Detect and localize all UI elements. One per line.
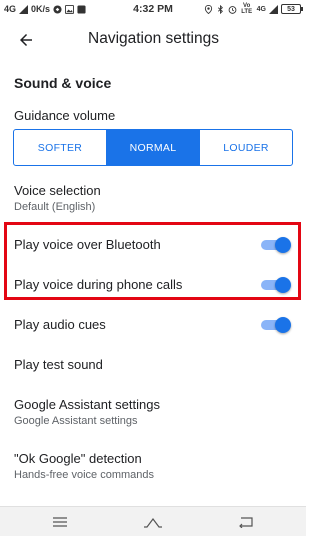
signal-strength-icon	[269, 4, 278, 14]
test-sound-title: Play test sound	[14, 357, 103, 372]
test-sound-row[interactable]: Play test sound	[14, 357, 294, 372]
assistant-settings-title: Google Assistant settings	[14, 397, 160, 412]
toggle-knob	[275, 237, 291, 253]
app-bar: Navigation settings	[0, 18, 306, 62]
ok-google-title: "Ok Google" detection	[14, 451, 142, 466]
status-bar: 4G 0K/s 4:32 PM Vo LTE 4G 53	[0, 0, 306, 18]
volume-softer-button[interactable]: SOFTER	[14, 130, 106, 165]
system-nav-bar	[0, 506, 306, 536]
return-icon	[239, 517, 253, 528]
bluetooth-voice-row[interactable]: Play voice over Bluetooth	[14, 237, 294, 252]
bluetooth-icon	[217, 4, 223, 14]
audio-cues-toggle[interactable]	[261, 317, 291, 333]
voice-selection-title: Voice selection	[14, 183, 101, 198]
phone-calls-voice-row[interactable]: Play voice during phone calls	[14, 277, 294, 292]
phone-calls-voice-toggle[interactable]	[261, 277, 291, 293]
arrow-back-icon	[20, 34, 32, 46]
audio-cues-row[interactable]: Play audio cues	[14, 317, 294, 332]
phone-calls-voice-title: Play voice during phone calls	[14, 277, 183, 292]
location-icon	[204, 4, 212, 14]
home-nav-button[interactable]	[139, 513, 167, 531]
data-label: 4G	[256, 5, 266, 13]
assistant-settings-subtitle: Google Assistant settings	[14, 415, 138, 427]
battery-level: 53	[287, 5, 295, 13]
bluetooth-voice-title: Play voice over Bluetooth	[14, 237, 161, 252]
menu-nav-button[interactable]	[46, 513, 74, 531]
toggle-knob	[275, 317, 291, 333]
battery-icon: 53	[281, 4, 303, 14]
bluetooth-voice-toggle[interactable]	[261, 237, 291, 253]
lte-label: Vo LTE	[241, 3, 253, 15]
menu-icon	[53, 517, 67, 527]
ok-google-subtitle: Hands-free voice commands	[14, 469, 155, 481]
home-icon	[144, 518, 162, 528]
back-nav-button[interactable]	[232, 513, 260, 531]
alarm-icon	[228, 5, 237, 14]
status-right: Vo LTE 4G 53	[204, 3, 303, 15]
audio-cues-title: Play audio cues	[14, 317, 106, 332]
ok-google-row[interactable]: "Ok Google" detection Hands-free voice c…	[14, 451, 294, 481]
page-title: Navigation settings	[88, 30, 219, 47]
section-title: Sound & voice	[14, 75, 112, 91]
volume-louder-button[interactable]: LOUDER	[199, 130, 292, 165]
voice-selection-row[interactable]: Voice selection Default (English)	[14, 183, 294, 213]
back-button[interactable]	[12, 26, 40, 54]
toggle-knob	[275, 277, 291, 293]
guidance-volume-selector: SOFTER NORMAL LOUDER	[13, 129, 293, 166]
voice-selection-subtitle: Default (English)	[14, 201, 96, 213]
assistant-settings-row[interactable]: Google Assistant settings Google Assista…	[14, 397, 294, 427]
guidance-volume-label: Guidance volume	[14, 108, 116, 123]
volume-normal-button[interactable]: NORMAL	[106, 130, 199, 165]
